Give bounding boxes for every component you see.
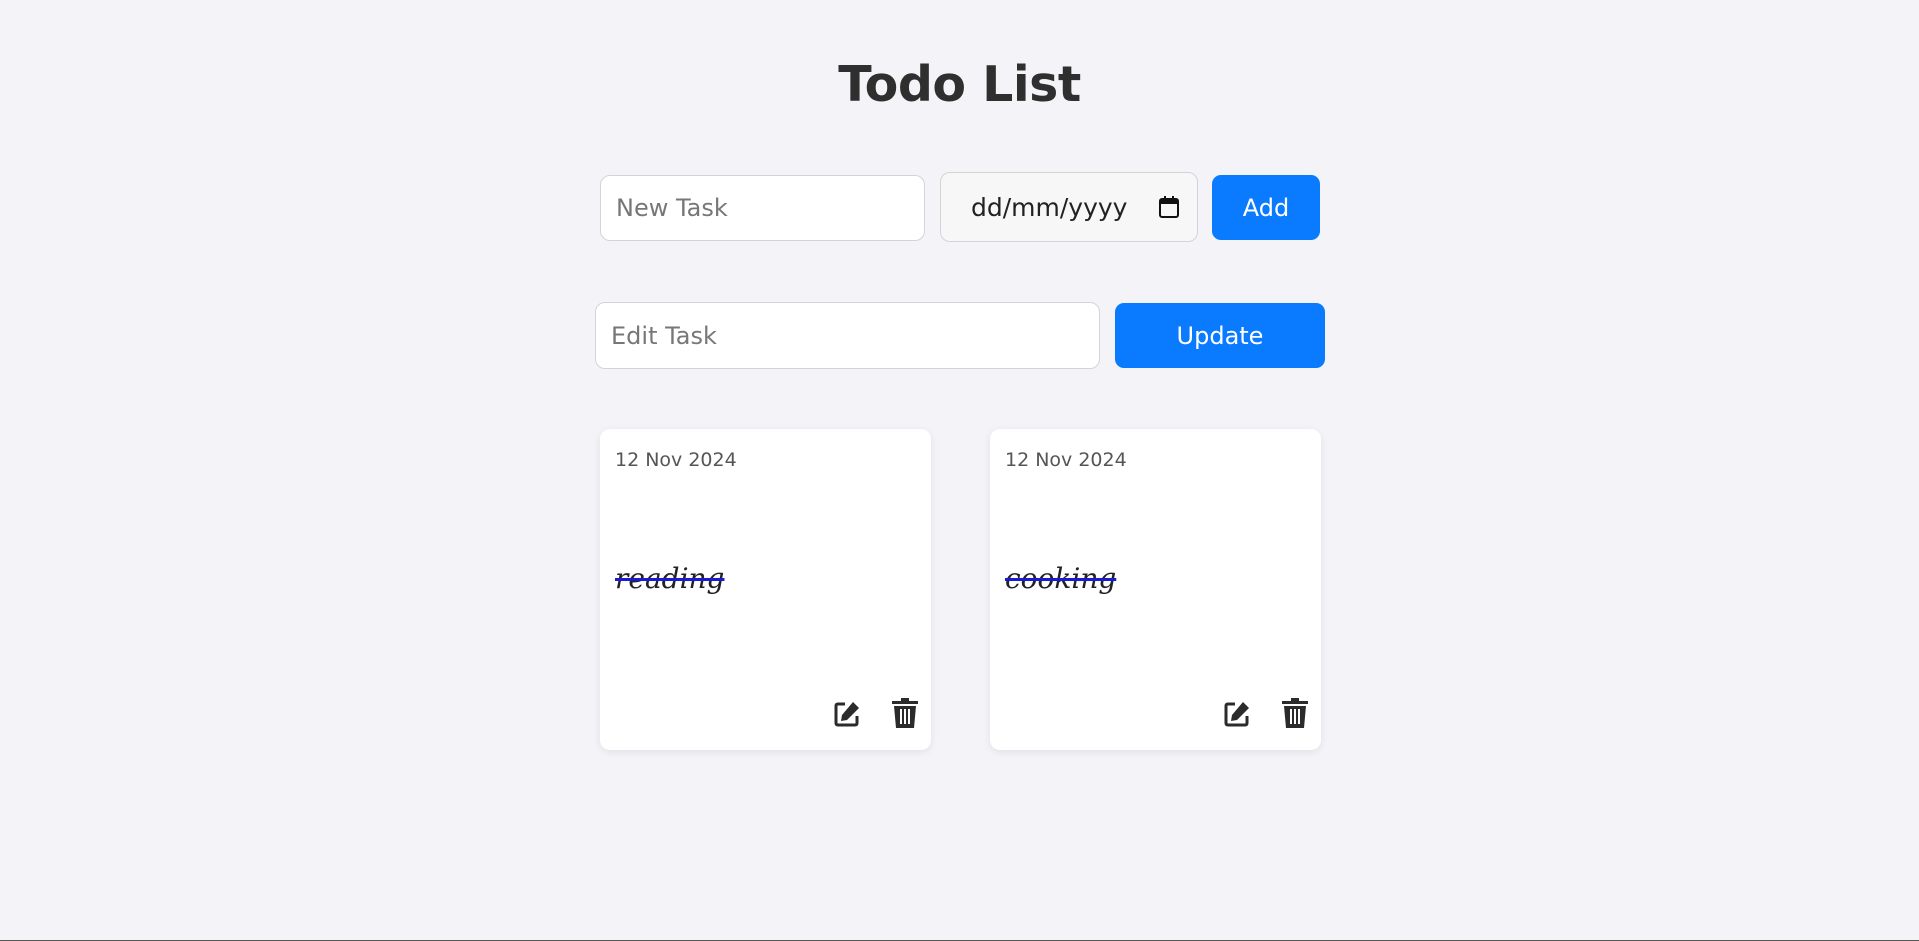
calendar-icon[interactable] — [1159, 196, 1179, 218]
trash-icon[interactable] — [889, 697, 921, 729]
task-text[interactable]: reading — [615, 562, 724, 595]
page-title: Todo List — [838, 56, 1081, 113]
trash-icon[interactable] — [1279, 697, 1311, 729]
edit-icon[interactable] — [1222, 697, 1254, 729]
new-task-input[interactable] — [600, 175, 925, 241]
date-input[interactable]: dd/mm/yyyy — [940, 172, 1198, 242]
task-card: 12 Nov 2024 reading — [600, 429, 931, 750]
task-date: 12 Nov 2024 — [615, 449, 737, 471]
edit-task-input[interactable] — [595, 302, 1100, 369]
date-input-value: dd/mm/yyyy — [971, 192, 1128, 222]
edit-icon[interactable] — [832, 697, 864, 729]
task-date: 12 Nov 2024 — [1005, 449, 1127, 471]
add-button[interactable]: Add — [1212, 175, 1320, 240]
task-text[interactable]: cooking — [1005, 562, 1116, 595]
update-button[interactable]: Update — [1115, 303, 1325, 368]
task-card: 12 Nov 2024 cooking — [990, 429, 1321, 750]
